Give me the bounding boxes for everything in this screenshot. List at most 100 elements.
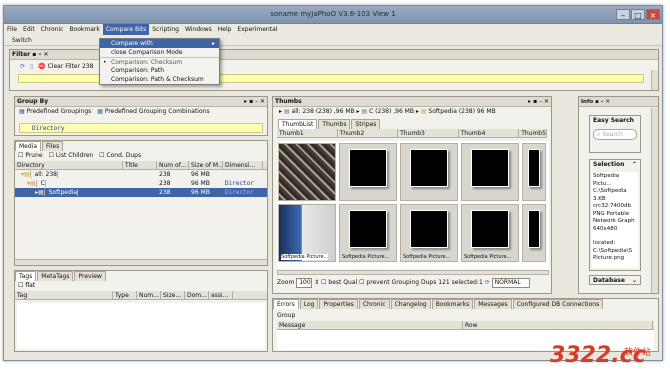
col-num[interactable]: Num of... [157,161,189,169]
tab-errors[interactable]: Errors [273,299,299,309]
crumb-softpedia[interactable]: Softpedia (238) 96 MB [428,108,495,115]
crumb-c[interactable]: C (238) ,96 MB [369,108,414,115]
thumb-image[interactable]: Softpedia Picture... [339,204,397,262]
menu-scripting[interactable]: Scripting [149,24,182,35]
table-row[interactable]: ▸▤ Softpedia 238 96 MB Director [15,188,267,197]
col-assi[interactable]: assi... [209,291,233,299]
menu-edit[interactable]: Edit [20,24,38,35]
chevron-right-icon[interactable]: ▸ [279,108,282,115]
tab-stripes[interactable]: Stripes [351,119,381,129]
panel-controls[interactable]: ▸ ▪ – ✕ [528,97,549,107]
menu-chronic[interactable]: Chronic [38,24,67,35]
col-thumb1[interactable]: Thumb1 [277,129,338,137]
groupby-field[interactable]: Directory [19,123,263,133]
crumb-all[interactable]: all: 238 (238) ,96 MB [292,108,355,115]
refresh-icon[interactable]: ⟳ [485,279,490,286]
col-size[interactable]: Size of M... [189,161,223,169]
menu-bookmark[interactable]: Bookmark [66,24,102,35]
thumb-image[interactable]: Softpedia Picture... [278,204,336,262]
thumb-image[interactable] [461,143,519,201]
tab-chronic[interactable]: Chronic [358,299,390,309]
col-thumb5[interactable]: Thumb5 [519,129,547,137]
menu-item-compare-with[interactable]: Compare with ▸ [100,39,219,48]
document-icon[interactable]: ▯ [30,63,33,70]
tab-db-connections[interactable]: Configured DB Connections [512,299,604,309]
tab-properties[interactable]: Properties [319,299,358,309]
tab-log[interactable]: Log [299,299,319,309]
col-dim[interactable]: Dimensi... [223,161,263,169]
thumb-image[interactable]: Softpedia Picture... [461,204,519,262]
thumb-image[interactable] [522,143,546,201]
expand-icon[interactable]: ⌄ [632,276,637,286]
col-message[interactable]: Message [277,321,463,329]
table-row[interactable]: ▾▤ C 238 96 MB Director [15,179,267,188]
chevron-right-icon[interactable]: ▸ [357,108,360,115]
prune-checkbox[interactable]: ☐ [18,152,23,159]
thumb-image[interactable] [278,143,336,201]
thumbs-hscroll[interactable] [277,270,549,275]
menu-item-path[interactable]: Comparison: Path [100,66,219,75]
database-section[interactable]: Database ⌄ [589,275,641,285]
menu-item-close-comparison[interactable]: close Comparison Mode [100,48,219,57]
col-size[interactable]: Size... [161,291,185,299]
info-scrollbar[interactable] [651,108,658,293]
col-thumb3[interactable]: Thumb3 [398,129,459,137]
col-thumb2[interactable]: Thumb2 [338,129,399,137]
filter-scrollbar[interactable] [651,70,658,90]
flat-checkbox[interactable]: ☐ [18,282,23,289]
thumb-image[interactable] [339,143,397,201]
menu-help[interactable]: Help [215,24,235,35]
menu-item-checksum[interactable]: • Comparison: Checksum [100,57,219,66]
menu-item-path-checksum[interactable]: Comparison: Path & Checksum [100,75,219,84]
refresh-icon[interactable]: ⟳ [20,63,25,70]
tab-info[interactable]: Info [581,99,593,105]
switch-button[interactable]: Switch [12,37,32,44]
tab-tags[interactable]: Tags [15,271,37,281]
predefined-groupings-button[interactable]: Predefined Groupings [27,108,92,115]
menu-experimental[interactable]: Experimental [234,24,280,35]
col-num[interactable]: Num... [137,291,161,299]
tab-bookmarks[interactable]: Bookmarks [431,299,474,309]
close-button[interactable]: × [646,9,660,20]
col-row[interactable]: Row [463,321,653,329]
thumb-image[interactable]: Softpedia Picture... [400,204,458,262]
chevron-right-icon[interactable]: ▸ [416,108,419,115]
panel-controls[interactable]: ▸ ▪ – ✕ [244,97,265,107]
minimize-button[interactable]: – [616,9,630,20]
mode-select[interactable]: NORMAL [491,278,530,288]
media-hscroll[interactable] [15,259,267,265]
tab-metatags[interactable]: MetaTags [37,271,74,281]
tab-messages[interactable]: Messages [474,299,512,309]
menu-file[interactable]: File [4,24,20,35]
best-qual-checkbox[interactable]: ☐ [321,279,326,286]
thumb-image[interactable] [400,143,458,201]
prevent-dups-checkbox[interactable]: ☐ [359,279,364,286]
search-input[interactable]: ⌕ Search [593,129,637,140]
predefined-combinations-button[interactable]: Predefined Grouping Combinations [105,108,210,115]
filter-controls[interactable]: ▪ – ✕ [32,51,48,58]
maximize-button[interactable]: □ [631,9,645,20]
tab-thumblist[interactable]: ThumbList [278,119,318,129]
stop-icon[interactable]: ⛔ [38,63,45,70]
col-thumb4[interactable]: Thumb4 [459,129,520,137]
col-title[interactable]: Title [123,161,157,169]
menu-compare-bits[interactable]: Compare Bits [102,24,150,35]
panel-controls[interactable]: ▪ – ✕ [595,99,610,105]
zoom-input[interactable]: 100 [296,278,313,288]
tab-files[interactable]: Files [42,141,64,151]
tab-media[interactable]: Media [15,141,42,151]
menu-windows[interactable]: Windows [182,24,215,35]
cond-dups-checkbox[interactable]: ☐ [99,152,104,159]
tab-changelog[interactable]: Changelog [390,299,431,309]
col-tag[interactable]: Tag [15,291,113,299]
collapse-icon[interactable]: ⌃ [632,160,637,170]
thumb-image[interactable] [522,204,546,262]
col-type[interactable]: Type [113,291,137,299]
col-dom[interactable]: Dom... [185,291,209,299]
zoom-spinner[interactable]: ⇕ [314,279,319,286]
clear-filter-button[interactable]: Clear Filter 238 [48,63,94,70]
tab-thumbs[interactable]: Thumbs [318,119,351,129]
list-children-checkbox[interactable]: ☐ [49,152,54,159]
table-row[interactable]: ▾▤ all: 238 238 96 MB [15,170,267,179]
tab-preview[interactable]: Preview [74,271,106,281]
